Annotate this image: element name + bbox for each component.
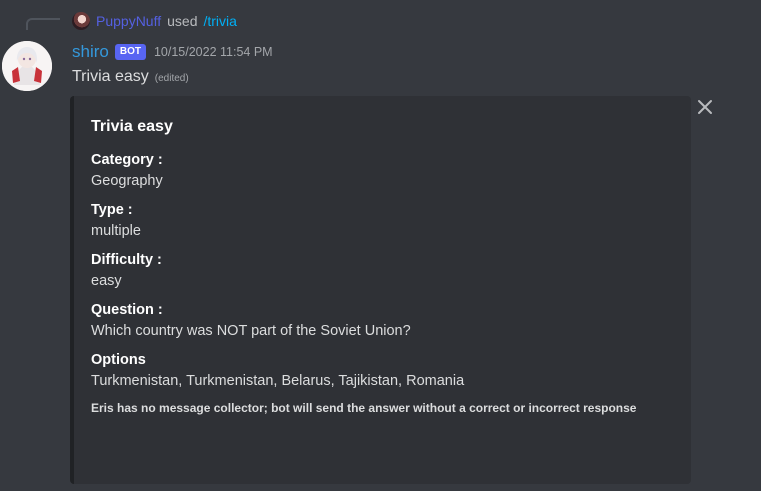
close-icon [698, 100, 712, 114]
bot-tag-badge: BOT [114, 44, 146, 60]
embed-footer: Eris has no message collector; bot will … [91, 401, 637, 415]
edited-label: (edited) [154, 73, 189, 84]
field-value: multiple [91, 223, 141, 239]
field-value: easy [91, 273, 122, 289]
field-value: Which country was NOT part of the Soviet… [91, 323, 411, 339]
close-button[interactable] [696, 98, 714, 116]
bot-username[interactable]: shiro [72, 42, 109, 62]
reply-avatar-icon[interactable] [72, 12, 90, 30]
message-timestamp: 10/15/2022 11:54 PM [153, 45, 273, 59]
embed-field-category: Category : Geography [91, 152, 675, 189]
reply-username[interactable]: PuppyNuff [96, 13, 161, 29]
message-text: Trivia easy [72, 68, 149, 85]
embed-title: Trivia easy [91, 118, 173, 135]
reply-used-text: used [167, 13, 198, 29]
reply-header: PuppyNuff used /trivia [72, 9, 237, 33]
reply-command[interactable]: /trivia [203, 13, 236, 29]
message-header: shiro BOT 10/15/2022 11:54 PM [72, 40, 273, 64]
embed-field-question: Question : Which country was NOT part of… [91, 302, 675, 339]
field-name: Question : [91, 302, 163, 318]
message-content: Trivia easy (edited) [72, 68, 189, 86]
embed-field-difficulty: Difficulty : easy [91, 252, 675, 289]
field-value: Turkmenistan, Turkmenistan, Belarus, Taj… [91, 373, 465, 389]
embed-field-options: Options Turkmenistan, Turkmenistan, Bela… [91, 352, 675, 389]
bot-avatar-icon [2, 41, 52, 91]
trivia-embed: Trivia easy Category : Geography Type : … [70, 96, 691, 484]
field-value: Geography [91, 173, 163, 189]
bot-avatar[interactable] [2, 41, 52, 91]
field-name: Type : [91, 202, 133, 218]
field-name: Difficulty : [91, 252, 162, 268]
reply-connector [26, 18, 60, 30]
embed-field-type: Type : multiple [91, 202, 675, 239]
field-name: Category : [91, 152, 163, 168]
field-name: Options [91, 352, 146, 368]
